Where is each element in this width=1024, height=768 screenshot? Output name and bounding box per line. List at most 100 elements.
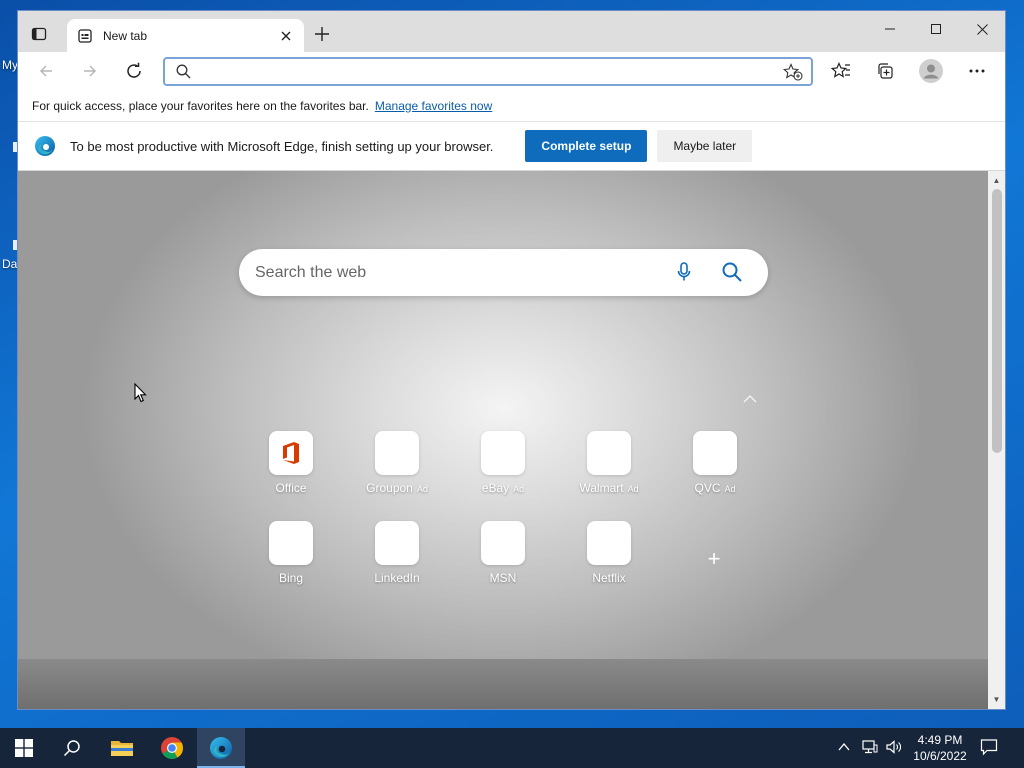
maximize-icon [931,24,941,34]
search-icon[interactable] [721,261,743,283]
collections-icon [878,63,893,79]
tab-actions-icon [31,27,47,41]
back-arrow-icon [40,65,52,77]
profile-button[interactable] [917,57,945,85]
quick-link-tile[interactable]: Groupon Ad [353,431,441,511]
edge-logo-icon [35,136,55,156]
desktop-icon-label[interactable]: Da [2,257,17,271]
tile-icon-box [269,521,313,565]
close-icon [976,23,988,35]
clock-date: 10/6/2022 [913,749,967,763]
taskbar-file-explorer[interactable] [98,728,146,768]
search-icon [63,740,80,757]
new-tab-button[interactable] [312,24,332,44]
title-bar: New tab [18,11,1005,52]
address-bar[interactable] [163,57,813,86]
tile-icon-box [587,521,631,565]
taskbar-chrome[interactable] [148,728,196,768]
ad-badge: Ad [416,484,428,494]
tile-label: eBay [481,481,510,495]
tab-title: New tab [103,28,148,43]
navigation-toolbar [18,52,1005,90]
scroll-down-icon[interactable]: ▼ [991,694,1002,704]
quick-link-tile[interactable]: QVC Ad [671,431,759,511]
edge-icon [210,737,232,759]
scroll-up-icon[interactable]: ▲ [991,175,1002,185]
tile-label: LinkedIn [374,571,420,585]
desktop-icon-label[interactable]: My [2,58,18,72]
close-window-button[interactable] [959,15,1005,43]
add-site-button[interactable]: + [702,546,726,571]
more-icon [969,69,985,73]
taskbar: 4:49 PM 10/6/2022 [0,728,1024,768]
clock[interactable]: 4:49 PM 10/6/2022 [904,732,976,764]
tile-icon-box [481,521,525,565]
scrollbar-thumb[interactable] [992,189,1002,453]
tile-icon-box [269,431,313,475]
quick-link-tile[interactable]: eBay Ad [459,431,547,511]
browser-window: New tab For quick access, place your fav… [17,10,1006,710]
chrome-icon [161,737,183,759]
tab-new-tab[interactable]: New tab [67,19,304,52]
close-tab-button[interactable] [278,28,294,44]
add-favorite-icon[interactable] [783,63,803,81]
speaker-icon [886,740,901,754]
web-search-input[interactable] [255,262,655,284]
maximize-button[interactable] [913,15,959,43]
forward-button[interactable] [76,57,104,85]
taskbar-search-button[interactable] [48,728,96,768]
search-icon [176,64,191,79]
favorites-button[interactable] [827,57,855,85]
quick-link-tile[interactable]: Bing [247,521,335,601]
ad-badge: Ad [724,484,736,494]
refresh-button[interactable] [120,57,148,85]
quick-link-tile[interactable]: Walmart Ad [565,431,653,511]
new-tab-page-icon [78,28,92,43]
quick-link-tile[interactable]: MSN [459,521,547,601]
tab-actions-button[interactable] [30,25,48,43]
quick-link-tile[interactable]: Office [247,431,335,511]
office-logo-icon [283,442,299,464]
favorites-bar: For quick access, place your favorites h… [18,90,1005,122]
favorites-bar-message: For quick access, place your favorites h… [32,98,369,113]
address-input[interactable] [199,62,759,82]
back-button[interactable] [32,57,60,85]
settings-and-more-button[interactable] [963,57,991,85]
network-button[interactable] [862,740,878,757]
tile-label: Netflix [592,571,626,585]
notification-icon [980,739,998,756]
tile-icon-box [481,431,525,475]
web-search-box[interactable] [239,249,768,296]
quick-link-tile[interactable]: LinkedIn [353,521,441,601]
tile-label: QVC [694,481,721,495]
complete-setup-button[interactable]: Complete setup [525,130,648,162]
start-button[interactable] [0,728,48,768]
ad-badge: Ad [627,484,639,494]
collections-button[interactable] [871,57,899,85]
tile-label: Bing [278,571,304,585]
tile-icon-box [375,431,419,475]
taskbar-edge[interactable] [197,728,245,768]
chevron-up-icon [838,742,850,751]
volume-button[interactable] [886,740,902,757]
quick-link-tile[interactable]: Netflix [565,521,653,601]
minimize-button[interactable] [867,15,913,43]
show-hidden-icons-button[interactable] [838,740,850,755]
folder-icon [111,741,133,756]
tile-icon-box [693,431,737,475]
clock-time: 4:49 PM [917,733,963,747]
maybe-later-button[interactable]: Maybe later [657,130,753,162]
plus-icon [315,27,329,41]
windows-logo-icon [15,739,33,757]
tile-label: Walmart [579,481,624,495]
new-tab-page: Office GrouponAd eBayAd WalmartAd QVCAd … [18,171,988,709]
microphone-icon[interactable] [677,262,691,282]
close-icon [281,31,291,40]
tile-icon-box [587,431,631,475]
minimize-icon [885,28,895,30]
page-scrollbar[interactable]: ▲ ▼ [988,171,1005,709]
collapse-chevron-icon[interactable] [742,393,758,405]
news-feed-edge [18,659,988,709]
notifications-button[interactable] [980,738,998,759]
manage-favorites-link[interactable]: Manage favorites now [375,99,492,113]
